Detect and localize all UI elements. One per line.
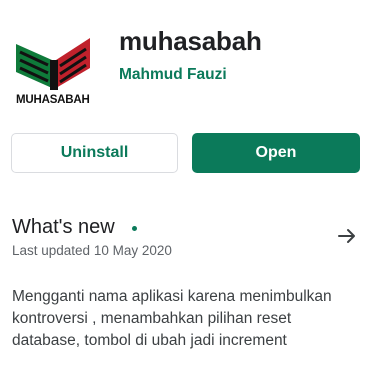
- release-notes-line: database, tombol di ubah jadi increment: [12, 332, 287, 349]
- open-button[interactable]: Open: [192, 133, 360, 173]
- app-details-page: MUHASABAH muhasabah Mahmud Fauzi Uninsta…: [0, 0, 370, 370]
- developer-link[interactable]: Mahmud Fauzi: [119, 66, 227, 84]
- last-updated-text: Last updated 10 May 2020: [12, 243, 172, 258]
- muhasabah-book-icon: [16, 38, 90, 90]
- release-notes-line: kontroversi , menambahkan pilihan reset: [12, 310, 292, 327]
- action-buttons: Uninstall Open: [11, 133, 360, 173]
- whats-new-title: What's new: [12, 216, 115, 238]
- app-title: muhasabah: [119, 26, 262, 56]
- app-icon-label: MUHASABAH: [16, 94, 90, 106]
- app-icon: MUHASABAH: [12, 30, 98, 116]
- new-indicator-dot: [132, 226, 137, 231]
- uninstall-button[interactable]: Uninstall: [11, 133, 178, 173]
- app-header: MUHASABAH muhasabah Mahmud Fauzi: [12, 26, 358, 116]
- arrow-right-icon[interactable]: [335, 224, 359, 248]
- release-notes: Mengganti nama aplikasi karena menimbulk…: [12, 286, 358, 352]
- release-notes-line: Mengganti nama aplikasi karena menimbulk…: [12, 288, 332, 305]
- whats-new-header[interactable]: What's new Last updated 10 May 2020: [12, 216, 358, 266]
